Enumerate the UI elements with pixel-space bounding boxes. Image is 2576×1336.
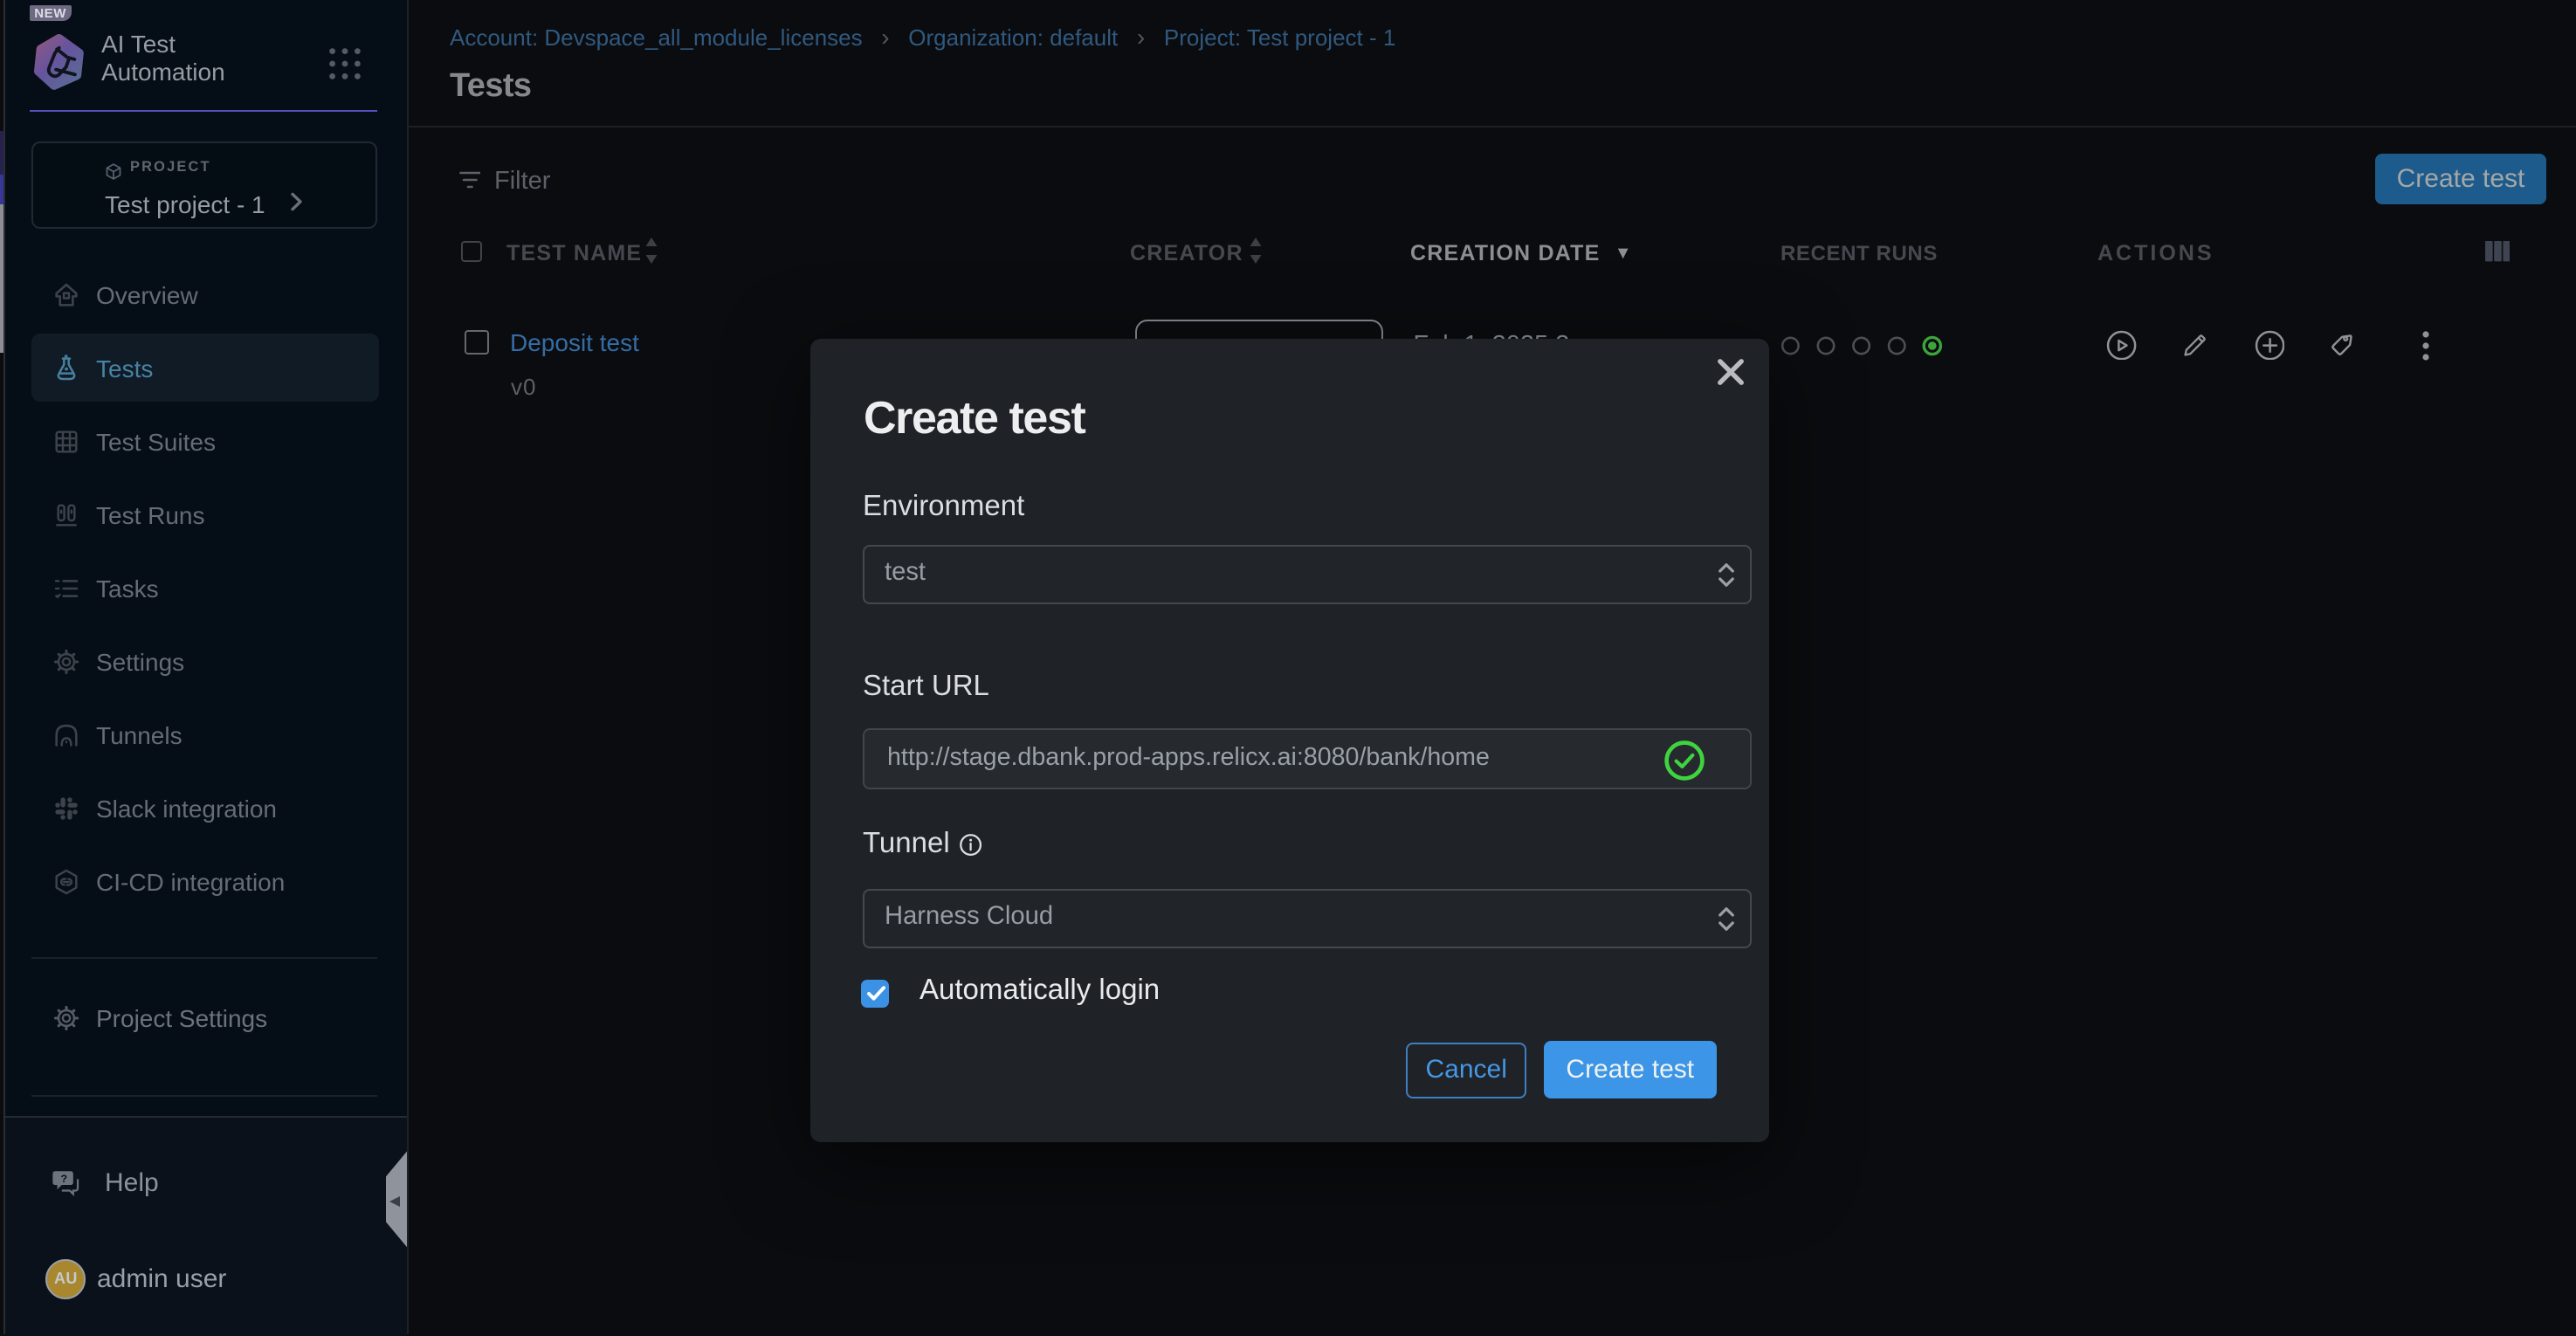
svg-text:?: ? xyxy=(60,1173,67,1185)
